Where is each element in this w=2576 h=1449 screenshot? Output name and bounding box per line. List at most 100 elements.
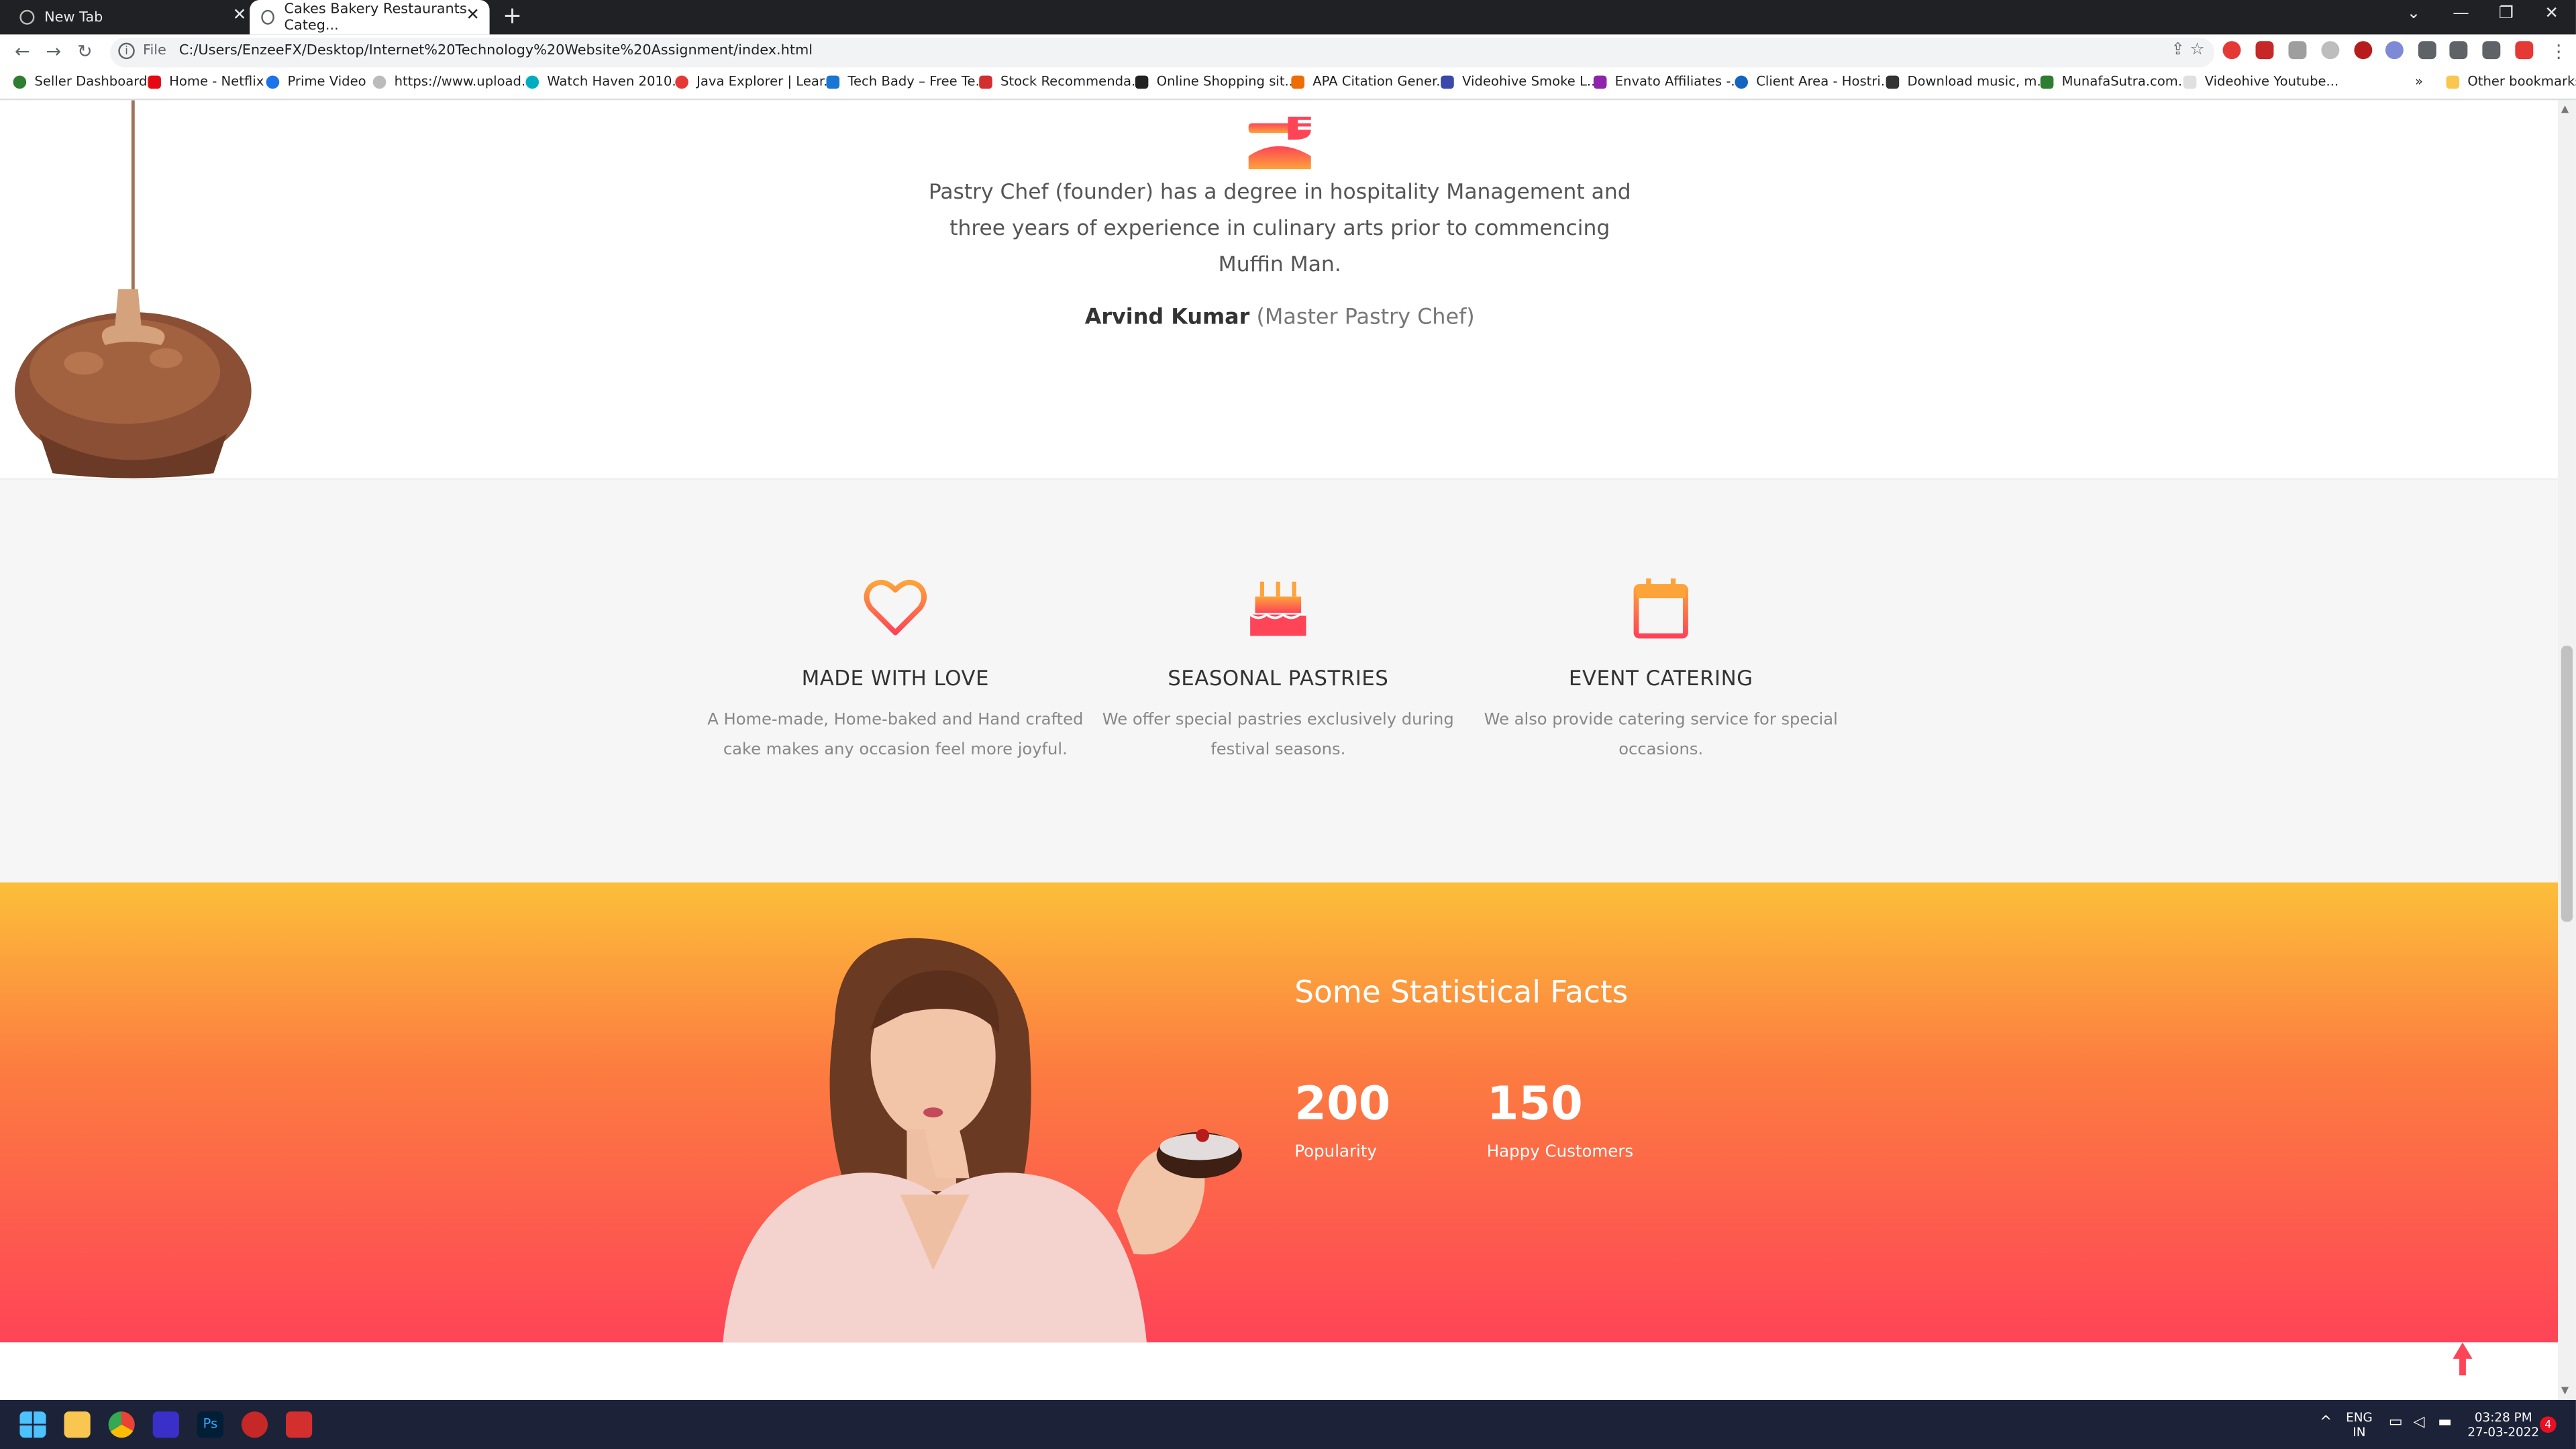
stat-label: Happy Customers xyxy=(1486,1144,1634,1162)
url-text[interactable]: C:/Users/EnzeeFX/Desktop/Internet%20Tech… xyxy=(179,43,813,59)
scroll-up-arrow-icon[interactable]: ▲ xyxy=(2561,103,2569,115)
stat-popularity: 200 Popularity xyxy=(1294,1077,1390,1162)
globe-icon xyxy=(261,9,274,25)
bookmark-item[interactable]: Client Area - Hostri... xyxy=(1735,74,1894,89)
bookmark-item[interactable]: Watch Haven 2010... xyxy=(525,74,684,89)
tab-title: New Tab xyxy=(44,9,103,26)
close-window-button[interactable]: ✕ xyxy=(2544,5,2559,23)
bookmark-overflow-button[interactable]: » xyxy=(2415,74,2423,89)
stat-happy-customers: 150 Happy Customers xyxy=(1487,1077,1633,1162)
bookmark-icon xyxy=(1886,74,1900,88)
side-panel-icon[interactable] xyxy=(2482,41,2501,60)
feature-event-catering: EVENT CATERING We also provide catering … xyxy=(1470,575,1851,764)
bookmark-item[interactable]: Home - Netflix xyxy=(148,74,264,89)
clock[interactable]: 03:28 PM 27-03-2022 xyxy=(2467,1410,2539,1440)
windows-start-icon[interactable] xyxy=(19,1411,46,1438)
bookmark-item[interactable]: Tech Bady – Free Te... xyxy=(826,74,988,89)
stat-label: Popularity xyxy=(1294,1144,1377,1162)
feature-text: We also provide catering service for spe… xyxy=(1484,711,1838,758)
address-bar[interactable]: i File C:/Users/EnzeeFX/Desktop/Internet… xyxy=(110,38,2215,68)
reload-icon[interactable]: ↻ xyxy=(77,41,93,62)
birthday-cake-icon xyxy=(1249,581,1306,636)
bookmark-item[interactable]: Prime Video xyxy=(266,74,366,89)
browser-tab-bar: New Tab ✕ Cakes Bakery Restaurants Categ… xyxy=(0,0,2576,35)
bookmark-icon xyxy=(1593,74,1607,88)
next-section xyxy=(0,1342,2559,1400)
notification-badge[interactable]: 4 xyxy=(2540,1416,2557,1433)
forward-icon[interactable]: → xyxy=(46,41,62,62)
bookmark-icon xyxy=(1441,74,1454,88)
close-tab-icon[interactable]: ✕ xyxy=(466,7,480,26)
bookmark-item[interactable]: APA Citation Gener... xyxy=(1291,74,1449,89)
browser-toolbar: ← → ↻ i File C:/Users/EnzeeFX/Desktop/In… xyxy=(0,34,2576,71)
other-bookmarks[interactable]: Other bookmarks xyxy=(2446,74,2576,89)
extension-icon[interactable] xyxy=(2255,41,2274,60)
info-icon[interactable]: i xyxy=(118,42,135,60)
minimize-button[interactable]: — xyxy=(2453,5,2469,23)
volume-icon[interactable]: ◁ xyxy=(2414,1415,2425,1431)
scrollbar-thumb[interactable] xyxy=(2561,646,2573,922)
bookmark-icon xyxy=(2183,74,2197,88)
feature-seasonal-pastries: SEASONAL PASTRIES We offer special pastr… xyxy=(1088,575,1469,764)
battery-icon[interactable]: ▬ xyxy=(2438,1415,2452,1431)
tab-cakes-bakery[interactable]: Cakes Bakery Restaurants Categ... ✕ xyxy=(250,0,490,35)
tab-search-icon[interactable]: ⌄ xyxy=(2407,5,2421,23)
bookmark-item[interactable]: Online Shopping sit... xyxy=(1135,74,1297,89)
back-icon[interactable]: ← xyxy=(15,41,30,62)
bookmark-item[interactable]: Videohive Youtube... xyxy=(2183,74,2338,89)
page-scrollbar[interactable]: ▲ ▼ xyxy=(2558,100,2576,1400)
bookmark-icon xyxy=(525,74,539,88)
bookmark-icon xyxy=(1735,74,1748,88)
scroll-down-arrow-icon[interactable]: ▼ xyxy=(2561,1385,2569,1397)
extension-icon[interactable] xyxy=(2385,41,2404,60)
bookmark-item[interactable]: https://www.upload... xyxy=(372,74,534,89)
app-icon[interactable] xyxy=(152,1411,179,1438)
language-indicator[interactable]: ENG IN xyxy=(2346,1410,2373,1440)
about-description: Pastry Chef (founder) has a degree in ho… xyxy=(928,181,1631,278)
tray-overflow-icon[interactable]: ^ xyxy=(2320,1415,2332,1431)
feature-title: MADE WITH LOVE xyxy=(801,665,989,691)
new-tab-button[interactable]: + xyxy=(503,3,522,30)
bookmark-item[interactable]: Envato Affiliates -... xyxy=(1593,74,1743,89)
extension-icon[interactable] xyxy=(2354,41,2373,60)
page-viewport: Pastry Chef (founder) has a degree in ho… xyxy=(0,100,2559,1400)
chrome-icon[interactable] xyxy=(108,1411,135,1438)
bookmark-item[interactable]: Stock Recommenda... xyxy=(979,74,1144,89)
muffin-image xyxy=(15,289,252,479)
tab-title: Cakes Bakery Restaurants Categ... xyxy=(284,1,467,34)
puzzle-icon[interactable] xyxy=(2418,41,2436,60)
feature-title: SEASONAL PASTRIES xyxy=(1168,665,1389,691)
acrobat-icon[interactable] xyxy=(286,1411,313,1438)
bookmark-icon xyxy=(266,74,280,88)
extension-icon[interactable] xyxy=(2222,41,2241,60)
close-tab-icon[interactable]: ✕ xyxy=(233,7,247,26)
bookmark-item[interactable]: MunafaSutra.com... xyxy=(2040,74,2191,89)
bookmark-icon xyxy=(2040,74,2054,88)
bookmarks-bar: Seller Dashboard Home - Netflix Prime Vi… xyxy=(0,70,2576,101)
chrome-icon xyxy=(19,9,35,25)
file-explorer-icon[interactable] xyxy=(64,1411,91,1438)
extension-icon[interactable] xyxy=(2321,41,2340,60)
chef-signature: Arvind Kumar (Master Pastry Chef) xyxy=(921,305,1637,330)
extension-icon[interactable] xyxy=(2288,41,2307,60)
restore-button[interactable]: ❐ xyxy=(2499,5,2514,23)
bookmark-item[interactable]: Seller Dashboard xyxy=(13,74,148,89)
profile-icon[interactable] xyxy=(2515,41,2534,60)
screen: New Tab ✕ Cakes Bakery Restaurants Categ… xyxy=(0,0,2576,1449)
tab-new-tab[interactable]: New Tab ✕ xyxy=(10,0,256,34)
app-icon[interactable] xyxy=(241,1411,268,1438)
chocolate-drip xyxy=(131,100,135,301)
menu-icon[interactable]: ⋮ xyxy=(2550,41,2568,62)
bookmark-item[interactable]: Videohive Smoke L... xyxy=(1441,74,1600,89)
chef-name: Arvind Kumar xyxy=(1084,305,1250,331)
reading-list-icon[interactable] xyxy=(2449,41,2468,60)
bookmark-item[interactable]: Download music, m... xyxy=(1886,74,2049,89)
stats-title: Some Statistical Facts xyxy=(1294,976,1629,1011)
share-and-bookmark-icons[interactable]: ⇪ ☆ xyxy=(2171,41,2204,59)
photoshop-icon[interactable]: Ps xyxy=(197,1411,223,1438)
bookmark-item[interactable]: Java Explorer | Lear... xyxy=(675,74,836,89)
back-to-top-icon[interactable] xyxy=(2451,1341,2474,1377)
bookmark-icon xyxy=(826,74,840,88)
network-icon[interactable]: ▭ xyxy=(2389,1415,2403,1431)
calendar-icon xyxy=(1633,578,1688,639)
